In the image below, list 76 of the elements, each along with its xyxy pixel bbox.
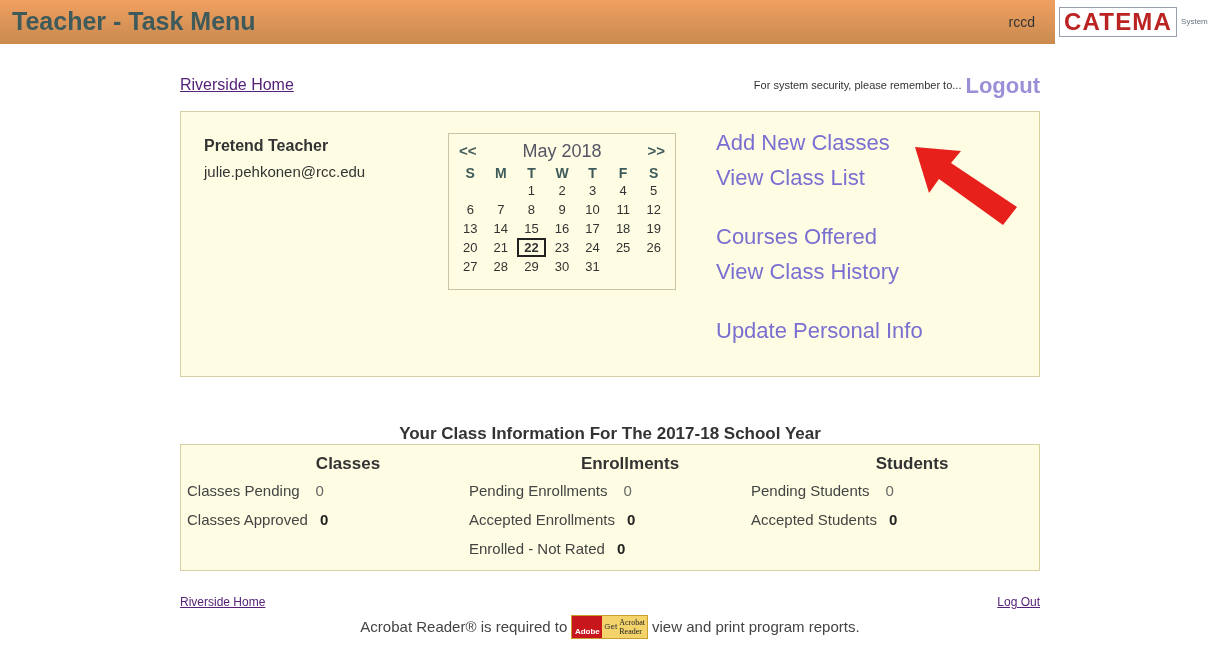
- column-heading: Classes: [314, 453, 382, 475]
- next-month-button[interactable]: >>: [643, 140, 669, 163]
- previous-month-button[interactable]: <<: [455, 140, 481, 163]
- requirement-note: view and print program reports.: [652, 616, 860, 637]
- stat-value: 0: [888, 509, 898, 530]
- weekday-label: F: [617, 165, 629, 181]
- calendar-day[interactable]: 24: [578, 238, 607, 257]
- calendar-day[interactable]: 10: [578, 200, 607, 219]
- stat-label: Accepted Enrollments: [469, 509, 615, 530]
- stat-label: Enrolled - Not Rated: [469, 538, 605, 559]
- stat-value: 0: [616, 538, 626, 559]
- calendar-day[interactable]: 5: [639, 181, 668, 200]
- weekday-label: S: [464, 165, 476, 181]
- teacher-email: julie.pehkonen@rcc.edu: [204, 162, 367, 182]
- calendar-day[interactable]: 19: [639, 219, 668, 238]
- calendar-day[interactable]: 9: [547, 200, 577, 219]
- calendar-day[interactable]: 1: [517, 181, 546, 200]
- calendar-day[interactable]: 26: [639, 238, 668, 257]
- weekday-label: S: [648, 165, 660, 181]
- calendar-day[interactable]: 7: [486, 200, 516, 219]
- weekday-label: T: [587, 165, 598, 181]
- weekday-label: T: [526, 165, 537, 181]
- month-title: May 2018: [522, 140, 602, 163]
- pointer-arrow-icon: [913, 145, 1019, 227]
- calendar-day[interactable]: 29: [517, 257, 546, 276]
- calendar-day[interactable]: 4: [608, 181, 638, 200]
- calendar-day[interactable]: 23: [547, 238, 577, 257]
- calendar-day[interactable]: 2: [547, 181, 577, 200]
- calendar-day[interactable]: 25: [608, 238, 638, 257]
- user-name: rccd: [1008, 12, 1035, 32]
- calendar-day[interactable]: 14: [486, 219, 516, 238]
- teacher-name: Pretend Teacher: [204, 136, 330, 156]
- calendar-day[interactable]: 3: [578, 181, 607, 200]
- calendar-day[interactable]: 16: [547, 219, 577, 238]
- home-link[interactable]: Riverside Home: [180, 73, 294, 97]
- logout-link[interactable]: Log Out: [997, 593, 1040, 611]
- class-info-title: Your Class Information For The 2017-18 School Year: [399, 424, 821, 444]
- stat-label: Classes Approved: [187, 509, 308, 530]
- calendar-day[interactable]: 11: [608, 200, 638, 219]
- column-heading: Students: [874, 453, 950, 475]
- stat-value: 0: [319, 509, 329, 530]
- home-link[interactable]: Riverside Home: [180, 593, 266, 611]
- task-link[interactable]: Courses Offered: [716, 222, 923, 251]
- task-link[interactable]: Update Personal Info: [716, 316, 923, 345]
- calendar-day[interactable]: 30: [547, 257, 577, 276]
- calendar-day[interactable]: 13: [456, 219, 485, 238]
- calendar-day[interactable]: 20: [456, 238, 485, 257]
- calendar-day[interactable]: 15: [517, 219, 546, 238]
- stat-value: 0: [626, 509, 636, 530]
- stat-label: Pending Enrollments: [469, 480, 608, 501]
- calendar-day[interactable]: 27: [456, 257, 485, 276]
- calendar-day[interactable]: 21: [486, 238, 516, 257]
- calendar-day[interactable]: 31: [578, 257, 607, 276]
- task-link[interactable]: Add New Classes: [716, 128, 923, 157]
- security-note: For system security, please remember to...: [753, 77, 962, 93]
- calendar-day[interactable]: 17: [578, 219, 607, 238]
- stat-value: 0: [315, 480, 324, 501]
- calendar-day[interactable]: 12: [639, 200, 668, 219]
- weekday-label: M: [494, 165, 508, 181]
- column-heading: Enrollments: [579, 453, 681, 475]
- calendar-day[interactable]: 8: [517, 200, 546, 219]
- calendar-day[interactable]: 22: [517, 238, 546, 257]
- stat-label: Accepted Students: [751, 509, 877, 530]
- app-logo: CATEMA System: [1055, 0, 1225, 44]
- calendar-day[interactable]: 28: [486, 257, 516, 276]
- stat-label: Pending Students: [751, 480, 870, 501]
- task-link[interactable]: View Class History: [716, 257, 923, 286]
- requirement-note: Acrobat Reader® is required to: [360, 616, 568, 637]
- task-link[interactable]: View Class List: [716, 163, 923, 192]
- stat-label: Classes Pending: [187, 480, 300, 501]
- stat-value: 0: [623, 480, 632, 501]
- weekday-label: W: [554, 165, 570, 181]
- calendar-day[interactable]: 6: [456, 200, 485, 219]
- calendar-day[interactable]: 18: [608, 219, 638, 238]
- page-title: Teacher - Task Menu: [12, 6, 256, 38]
- stat-value: 0: [885, 480, 894, 501]
